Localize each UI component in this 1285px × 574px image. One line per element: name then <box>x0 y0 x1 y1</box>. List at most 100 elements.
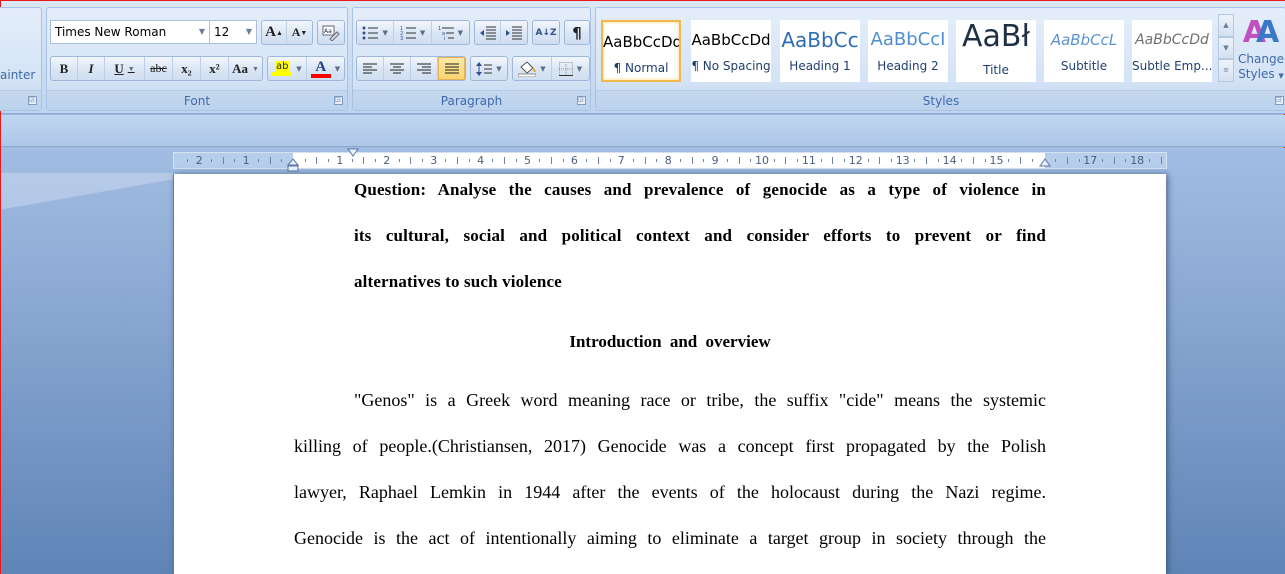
ruler-tick <box>492 159 494 162</box>
grow-font-button[interactable]: A ▲ <box>262 21 288 44</box>
borders-button[interactable]: ▼ <box>552 57 589 80</box>
format-painter-button[interactable]: ainter <box>0 68 35 82</box>
underline-icon: U <box>114 60 124 76</box>
bullets-button[interactable]: ▼ <box>357 21 395 44</box>
bold-icon: B <box>59 60 69 76</box>
style-name: ¶ Normal <box>613 61 669 75</box>
style-normal[interactable]: AaBbCcDd ¶ Normal <box>601 20 681 82</box>
align-right-button[interactable] <box>411 57 438 80</box>
document-page[interactable]: Question: Analyse the causes and prevale… <box>173 174 1166 574</box>
right-indent-marker[interactable] <box>1039 158 1051 167</box>
ruler-tick <box>844 159 846 162</box>
line-spacing-button[interactable]: ▼ <box>471 57 507 80</box>
change-case-button[interactable]: Aa ▼ <box>229 57 262 80</box>
increase-indent-button[interactable] <box>501 21 527 44</box>
ruler-tick <box>926 157 928 164</box>
ruler-tick <box>586 159 588 162</box>
chevron-down-icon: ▼ <box>457 28 464 37</box>
decrease-indent-button[interactable] <box>475 21 502 44</box>
ruler-tick <box>1125 159 1127 162</box>
ruler-number: 9 <box>711 154 719 167</box>
subscript-icon: x₂ <box>181 60 192 76</box>
ruler-number: 18 <box>1130 154 1145 167</box>
style-subtitle[interactable]: AaBbCcL Subtitle <box>1044 20 1124 82</box>
ruler-tick <box>328 159 330 162</box>
styles-group: AaBbCcDd ¶ Normal AaBbCcDd ¶ No Spacing … <box>595 7 1285 111</box>
justify-button[interactable] <box>438 57 465 80</box>
ruler-tick <box>937 159 939 162</box>
font-dialog-launcher-icon[interactable]: ◲ <box>334 96 343 105</box>
superscript-button[interactable]: x² <box>201 57 229 80</box>
left-indent-marker[interactable] <box>287 158 299 172</box>
ruler-tick <box>550 157 552 164</box>
underline-button[interactable]: U ▼ <box>105 57 145 80</box>
question-line-1: Question: Analyse the causes and prevale… <box>354 180 1046 199</box>
align-left-button[interactable] <box>357 57 384 80</box>
change-styles-button[interactable]: AA Change Styles ▼ <box>1236 14 1285 84</box>
show-hide-marks-button[interactable]: ¶ <box>565 21 589 44</box>
gallery-scroll-up-icon[interactable]: ▲ <box>1218 14 1234 37</box>
first-line-indent-marker[interactable] <box>347 148 359 157</box>
ruler-number: 13 <box>895 154 910 167</box>
style-name: Title <box>983 63 1009 77</box>
multilevel-list-button[interactable]: 1 a i ▼ <box>432 21 469 44</box>
style-heading-1[interactable]: AaBbCc Heading 1 <box>780 20 860 82</box>
clear-formatting-button[interactable]: Aa <box>318 21 344 44</box>
bold-button[interactable]: B <box>51 57 78 80</box>
chevron-down-icon: ▼ <box>496 64 502 73</box>
ruler-tick <box>633 159 635 162</box>
svg-text:3: 3 <box>400 36 403 40</box>
change-styles-label-text: Styles <box>1238 67 1275 81</box>
ruler-number: 5 <box>524 154 531 167</box>
gallery-more-icon[interactable]: ≡ <box>1218 59 1234 83</box>
style-name: Heading 2 <box>877 59 939 73</box>
gallery-scroll-down-icon[interactable]: ▼ <box>1218 36 1234 60</box>
ruler-number: 4 <box>477 154 485 167</box>
ruler-tick <box>457 157 459 164</box>
subscript-button[interactable]: x₂ <box>173 57 201 80</box>
ruler-tick <box>515 159 517 162</box>
align-center-button[interactable] <box>384 57 411 80</box>
horizontal-ruler[interactable]: 2 1 1 2 3 4 5 6 7 8 9 10 11 12 13 14 15 17 18 <box>173 148 1167 172</box>
ruler-tick <box>773 159 775 162</box>
font-color-button[interactable]: A ▼ <box>307 57 344 80</box>
styles-dialog-launcher-icon[interactable]: ◲ <box>1275 96 1284 105</box>
body-line-2: killing of people.(Christiansen, 2017) G… <box>294 436 1046 456</box>
shrink-font-icon: A <box>291 25 301 39</box>
shading-borders-strip: ▼ ▼ <box>512 56 590 81</box>
style-subtle-emphasis[interactable]: AaBbCcDd Subtle Emp... <box>1132 20 1212 82</box>
change-styles-icon: AA <box>1242 15 1280 50</box>
styles-group-label: Styles <box>596 90 1285 110</box>
highlight-button[interactable]: ab ▼ <box>268 57 307 80</box>
ruler-tick <box>504 157 506 164</box>
chevron-down-icon: ▼ <box>382 28 388 37</box>
sort-button[interactable]: A↓Z <box>533 21 559 44</box>
shading-button[interactable]: ▼ <box>513 57 552 80</box>
ruler-tick <box>832 157 834 164</box>
strikethrough-button[interactable]: abc <box>145 57 173 80</box>
ruler-number: 8 <box>664 154 672 167</box>
style-title[interactable]: AaBł Title <box>956 20 1036 82</box>
font-name-combo[interactable]: Times New Roman ▼ <box>50 20 210 44</box>
ruler-number: 17 <box>1083 154 1098 167</box>
style-no-spacing[interactable]: AaBbCcDd ¶ No Spacing <box>691 20 771 82</box>
sort-icon: A↓Z <box>535 27 557 38</box>
style-heading-2[interactable]: AaBbCcI Heading 2 <box>868 20 948 82</box>
ribbon-bottom-band <box>1 115 1285 147</box>
font-size-combo[interactable]: 12 ▼ <box>209 20 257 44</box>
clipboard-dialog-launcher-icon[interactable]: ◲ <box>28 96 37 105</box>
style-sample: AaBbCcL <box>1050 31 1118 49</box>
body-line-3: lawyer, Raphael Lemkin in 1944 after the… <box>294 482 1046 502</box>
ribbon: ainter ◲ Times New Roman ▼ 12 ▼ A ▲ A ▼ Aa <box>0 1 1285 114</box>
chevron-down-icon: ▼ <box>251 64 259 73</box>
sort-strip: A↓Z <box>532 20 560 45</box>
ruler-tick <box>222 157 224 164</box>
paragraph-dialog-launcher-icon[interactable]: ◲ <box>577 96 586 105</box>
ruler-number: 6 <box>570 154 578 167</box>
italic-button[interactable]: I <box>78 57 105 80</box>
list-buttons: ▼ 1 2 3 ▼ 1 a i ▼ <box>356 20 470 45</box>
shrink-font-button[interactable]: A ▼ <box>287 21 312 44</box>
numbering-button[interactable]: 1 2 3 ▼ <box>394 21 432 44</box>
chevron-down-icon: ▼ <box>1278 72 1284 80</box>
ruler-tick <box>644 157 646 164</box>
